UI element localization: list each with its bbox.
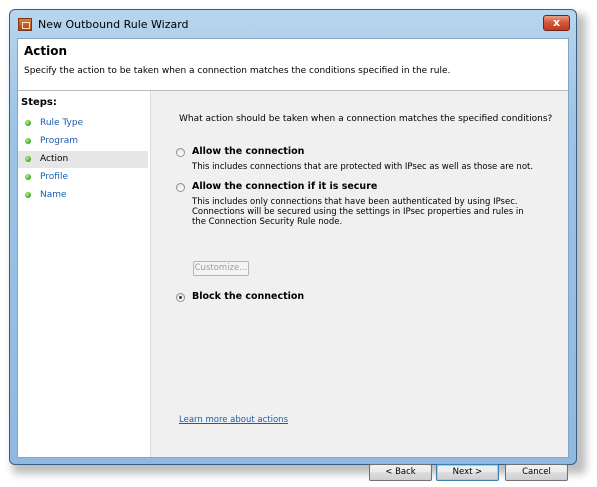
step-profile[interactable]: Profile [18, 169, 148, 186]
step-label: Rule Type [40, 118, 84, 128]
customize-button: Customize... [193, 261, 249, 276]
step-rule-type[interactable]: Rule Type [18, 115, 148, 132]
window-title: New Outbound Rule Wizard [38, 18, 189, 31]
page-description: Specify the action to be taken when a co… [24, 66, 451, 76]
close-icon: x [552, 16, 561, 29]
next-button[interactable]: Next > [436, 464, 499, 481]
green-dot-icon [25, 138, 31, 144]
block-connection-radio[interactable] [176, 293, 185, 302]
action-panel: What action should be taken when a conne… [151, 91, 568, 481]
step-name[interactable]: Name [18, 187, 148, 204]
allow-secure-label[interactable]: Allow the connection if it is secure [192, 181, 377, 192]
allow-secure-radio[interactable] [176, 183, 185, 192]
green-dot-icon [25, 120, 31, 126]
step-label: Program [40, 136, 78, 146]
step-label: Profile [40, 172, 68, 182]
learn-more-link[interactable]: Learn more about actions [179, 415, 288, 425]
block-connection-label[interactable]: Block the connection [192, 291, 304, 302]
allow-connection-description: This includes connections that are prote… [192, 162, 534, 172]
wizard-header: Action Specify the action to be taken wh… [18, 39, 568, 91]
cancel-button[interactable]: Cancel [505, 464, 568, 481]
allow-secure-description: This includes only connections that have… [192, 197, 524, 227]
wizard-window: New Outbound Rule Wizard x Action Specif… [9, 9, 577, 481]
step-action: Action [18, 151, 148, 168]
allow-connection-label[interactable]: Allow the connection [192, 146, 304, 157]
page-title: Action [24, 44, 68, 58]
step-label: Name [40, 190, 67, 200]
firewall-app-icon [18, 18, 32, 31]
green-dot-icon [25, 174, 31, 180]
action-question: What action should be taken when a conne… [179, 114, 553, 124]
steps-panel: Steps: Rule Type Program Action Profile … [18, 91, 151, 457]
back-button[interactable]: < Back [369, 464, 432, 481]
green-dot-icon [25, 156, 31, 162]
allow-connection-radio[interactable] [176, 148, 185, 157]
steps-title: Steps: [21, 97, 57, 108]
title-bar[interactable]: New Outbound Rule Wizard x [10, 10, 576, 38]
wizard-client-area: Action Specify the action to be taken wh… [17, 38, 569, 481]
green-dot-icon [25, 192, 31, 198]
step-program[interactable]: Program [18, 133, 148, 150]
step-label: Action [40, 154, 69, 164]
close-button[interactable]: x [543, 15, 570, 31]
